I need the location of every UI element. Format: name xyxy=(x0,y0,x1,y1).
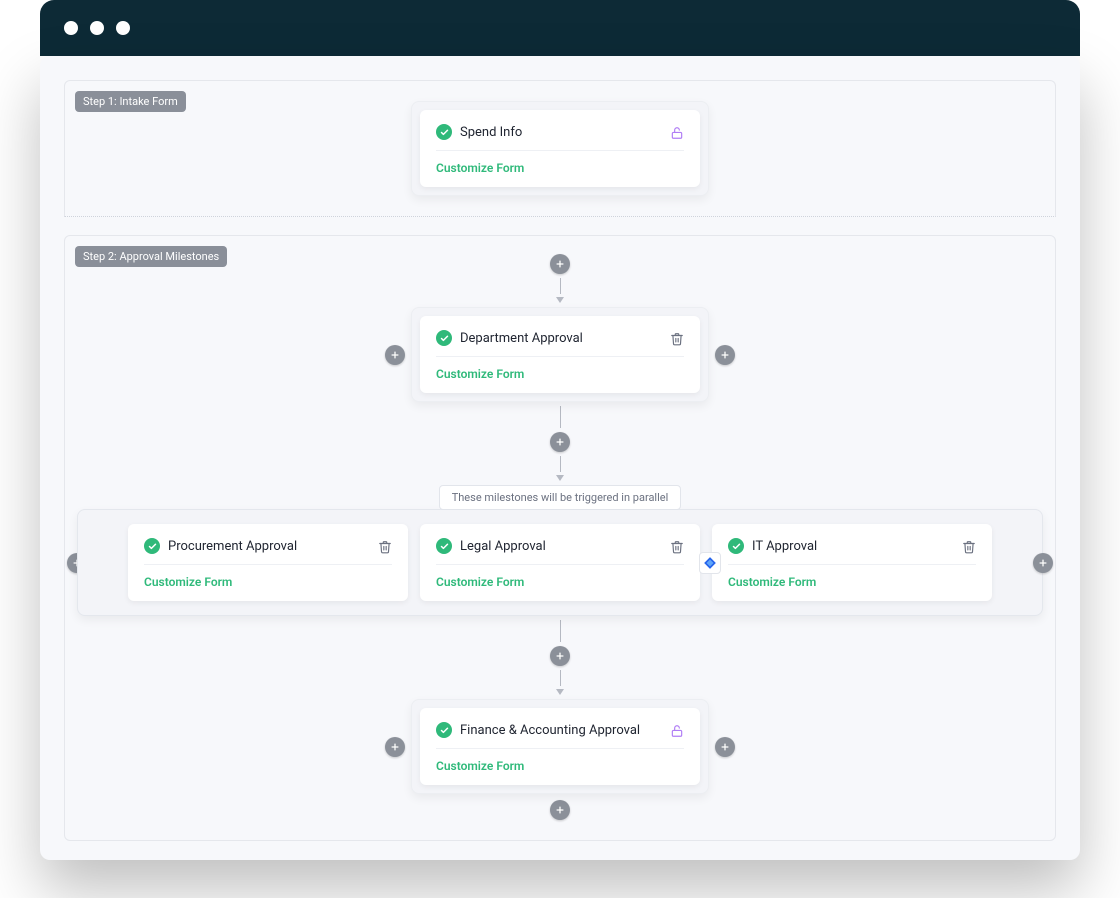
check-icon xyxy=(144,538,160,554)
card-finance-approval: Finance & Accounting Approval Customize … xyxy=(420,708,700,785)
flow-arrow xyxy=(556,278,564,303)
customize-form-link[interactable]: Customize Form xyxy=(436,151,684,175)
check-icon xyxy=(436,330,452,346)
window-dot xyxy=(64,21,78,35)
jira-icon xyxy=(699,552,721,574)
add-right-button[interactable] xyxy=(1033,553,1053,573)
card-slot-spend[interactable]: Spend Info Customize Form xyxy=(411,101,709,196)
card-legal-approval[interactable]: Legal Approval Customize Form xyxy=(420,524,700,601)
parallel-note: These milestones will be triggered in pa… xyxy=(439,485,682,510)
check-icon xyxy=(436,722,452,738)
card-slot-finance[interactable]: Finance & Accounting Approval Customize … xyxy=(411,699,709,794)
check-icon xyxy=(728,538,744,554)
flow-arrow xyxy=(556,670,564,695)
trash-icon[interactable] xyxy=(670,539,684,553)
card-it-approval[interactable]: IT Approval Customize Form xyxy=(712,524,992,601)
flow-arrow xyxy=(560,620,561,642)
step-approvals-label: Step 2: Approval Milestones xyxy=(75,246,227,267)
customize-form-link[interactable]: Customize Form xyxy=(436,565,684,589)
step-intake-label: Step 1: Intake Form xyxy=(75,91,186,112)
lock-icon xyxy=(670,125,684,139)
card-spend-info: Spend Info Customize Form xyxy=(420,110,700,187)
add-right-button[interactable] xyxy=(715,737,735,757)
add-left-button[interactable] xyxy=(385,737,405,757)
add-step-button[interactable] xyxy=(550,800,570,820)
card-title: Finance & Accounting Approval xyxy=(460,723,662,738)
browser-titlebar xyxy=(40,0,1080,56)
add-right-button[interactable] xyxy=(715,345,735,365)
card-title: IT Approval xyxy=(752,539,954,554)
workflow-canvas: Step 1: Intake Form Spend Info Customize… xyxy=(40,56,1080,860)
lock-icon xyxy=(670,723,684,737)
flow-arrow xyxy=(560,406,561,428)
customize-form-link[interactable]: Customize Form xyxy=(728,565,976,589)
parallel-group: Procurement Approval Customize Form xyxy=(77,509,1043,616)
card-title: Department Approval xyxy=(460,331,662,346)
window-dot xyxy=(90,21,104,35)
add-step-button[interactable] xyxy=(550,432,570,452)
step-intake-section: Step 1: Intake Form Spend Info Customize… xyxy=(64,80,1056,217)
card-title: Procurement Approval xyxy=(168,539,370,554)
step-approvals-section: Step 2: Approval Milestones xyxy=(64,235,1056,841)
add-step-button[interactable] xyxy=(550,254,570,274)
add-step-button[interactable] xyxy=(550,646,570,666)
add-left-button[interactable] xyxy=(385,345,405,365)
customize-form-link[interactable]: Customize Form xyxy=(436,749,684,773)
flow-arrow xyxy=(556,456,564,481)
customize-form-link[interactable]: Customize Form xyxy=(436,357,684,381)
window-dot xyxy=(116,21,130,35)
trash-icon[interactable] xyxy=(962,539,976,553)
card-department-approval: Department Approval Customize Form xyxy=(420,316,700,393)
check-icon xyxy=(436,124,452,140)
trash-icon[interactable] xyxy=(670,331,684,345)
card-title: Legal Approval xyxy=(460,539,662,554)
card-slot-dept[interactable]: Department Approval Customize Form xyxy=(411,307,709,402)
card-title: Spend Info xyxy=(460,125,662,140)
card-procurement-approval[interactable]: Procurement Approval Customize Form xyxy=(128,524,408,601)
trash-icon[interactable] xyxy=(378,539,392,553)
check-icon xyxy=(436,538,452,554)
customize-form-link[interactable]: Customize Form xyxy=(144,565,392,589)
